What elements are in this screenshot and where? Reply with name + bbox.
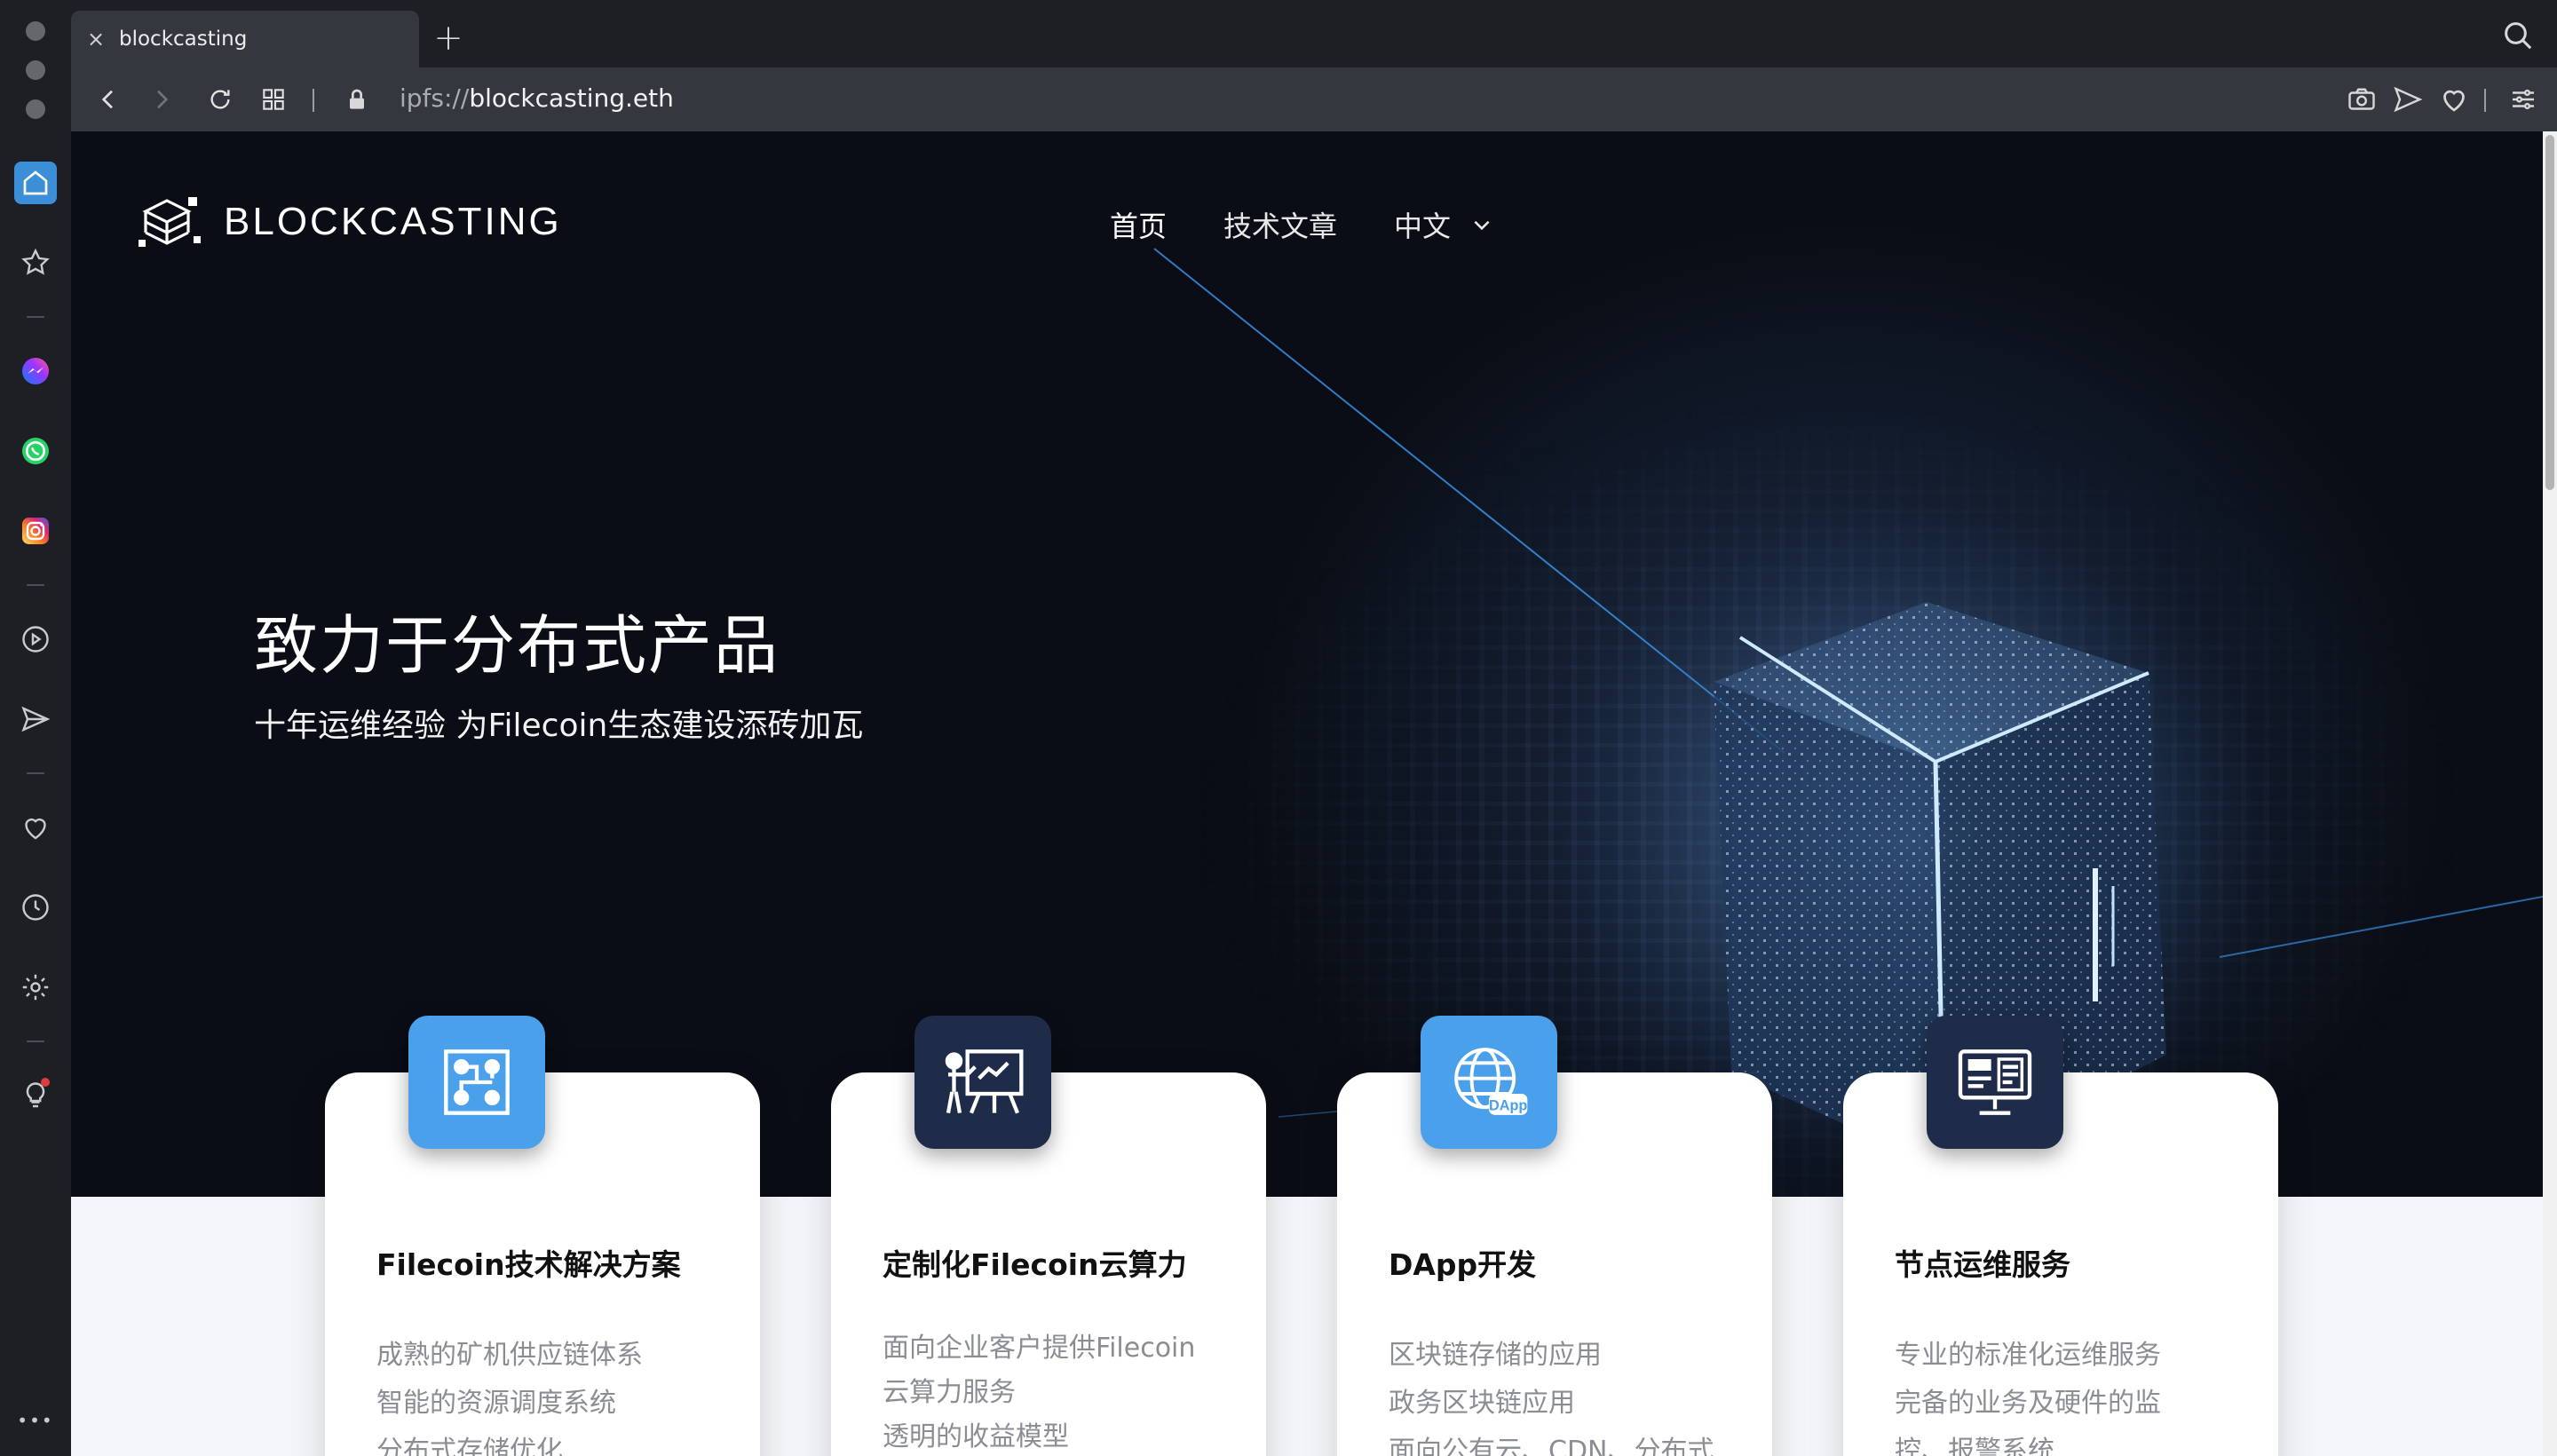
site-logo[interactable]: BLOCKCASTING <box>135 186 562 257</box>
play-icon[interactable] <box>14 618 57 661</box>
whatsapp-icon[interactable] <box>14 430 57 472</box>
chevron-down-icon <box>1474 220 1490 231</box>
tab-title: blockcasting <box>119 28 248 51</box>
window-close-dot[interactable] <box>26 21 45 41</box>
card-line: 完备的业务及硬件的监 <box>1895 1388 2161 1419</box>
window-minimize-dot[interactable] <box>26 60 45 80</box>
back-icon[interactable] <box>91 82 126 117</box>
card-title: 节点运维服务 <box>1895 1247 2070 1282</box>
camera-icon[interactable] <box>2346 83 2378 115</box>
dapp-globe-icon: DApp <box>1421 1016 1557 1149</box>
history-icon[interactable] <box>14 886 57 929</box>
new-tab-button[interactable]: + <box>426 16 471 60</box>
web-page: BLOCKCASTING 首页 技术文章 中文 致力于分布式产品 十年运维经验 … <box>71 131 2543 1456</box>
tab-close-icon[interactable]: × <box>87 27 112 51</box>
circuit-icon <box>408 1016 545 1149</box>
notification-badge <box>41 1078 50 1087</box>
send-icon[interactable] <box>14 698 57 740</box>
hero-title: 致力于分布式产品 <box>254 608 780 683</box>
card-line: 云算力服务 <box>883 1377 1016 1408</box>
window-zoom-dot[interactable] <box>26 99 45 119</box>
tab-bar: × blockcasting + <box>71 0 2557 67</box>
card-line: 面向企业客户提供Filecoin <box>883 1333 1196 1364</box>
tabs-grid-icon[interactable] <box>256 82 291 117</box>
star-icon[interactable] <box>14 241 57 284</box>
browser-sidebar: ••• <box>0 0 71 1456</box>
heart-icon[interactable] <box>2438 83 2470 115</box>
scrollbar-thumb[interactable] <box>2545 135 2554 490</box>
reload-icon[interactable] <box>202 82 238 117</box>
language-selector[interactable]: 中文 <box>1394 204 1493 245</box>
tab-search-icon[interactable] <box>2500 18 2536 53</box>
main-nav: 首页 技术文章 中文 <box>1110 204 1493 245</box>
instagram-icon[interactable] <box>14 510 57 552</box>
card-line: 分布式存储优化 <box>376 1436 563 1456</box>
card-line: 区块链存储的应用 <box>1389 1340 1602 1371</box>
browser-tab[interactable]: × blockcasting <box>71 11 419 67</box>
sidebar-divider <box>27 584 44 586</box>
menu-icon[interactable] <box>2507 83 2539 115</box>
url-scheme: ipfs:// <box>400 83 470 113</box>
heart-icon[interactable] <box>14 806 57 849</box>
card-line: 政务区块链应用 <box>1389 1388 1575 1419</box>
nav-tech-articles[interactable]: 技术文章 <box>1223 204 1337 245</box>
card-line: 成熟的矿机供应链体系 <box>376 1340 643 1371</box>
hero-subtitle: 十年运维经验 为Filecoin生态建设添砖加瓦 <box>254 708 864 744</box>
sidebar-divider <box>27 1041 44 1042</box>
card-line: 控、报警系统 <box>1895 1436 2054 1456</box>
home-icon[interactable] <box>14 162 57 204</box>
address-bar: ipfs://blockcasting.eth <box>71 67 2557 131</box>
messenger-icon[interactable] <box>14 350 57 392</box>
url-field[interactable]: ipfs://blockcasting.eth <box>400 83 674 113</box>
card-title: Filecoin技术解决方案 <box>376 1247 681 1282</box>
more-icon[interactable]: ••• <box>14 1399 57 1442</box>
toolbar-separator <box>2484 89 2486 112</box>
page-scrollbar[interactable] <box>2543 131 2557 1456</box>
settings-icon[interactable] <box>14 966 57 1009</box>
brand-name: BLOCKCASTING <box>224 200 562 243</box>
card-line: 面向公有云、CDN、分布式 <box>1389 1436 1714 1456</box>
card-line: 专业的标准化运维服务 <box>1895 1340 2161 1371</box>
send-icon[interactable] <box>2392 83 2424 115</box>
bulb-icon[interactable] <box>14 1074 57 1117</box>
presentation-icon <box>914 1016 1051 1149</box>
lock-icon[interactable] <box>339 82 375 117</box>
card-line: 透明的收益模型 <box>883 1421 1069 1452</box>
svg-text:DApp: DApp <box>1489 1097 1527 1113</box>
language-label: 中文 <box>1394 210 1452 243</box>
sidebar-divider <box>27 772 44 774</box>
card-title: 定制化Filecoin云算力 <box>883 1247 1187 1282</box>
url-host: blockcasting.eth <box>469 83 674 113</box>
sidebar-divider <box>27 316 44 318</box>
monitor-dashboard-icon <box>1927 1016 2063 1149</box>
forward-icon[interactable] <box>144 82 179 117</box>
nav-home[interactable]: 首页 <box>1110 204 1167 245</box>
blockcasting-logo-icon <box>139 197 201 247</box>
toolbar-separator <box>313 89 314 112</box>
card-line: 智能的资源调度系统 <box>376 1388 616 1419</box>
card-title: DApp开发 <box>1389 1247 1537 1282</box>
